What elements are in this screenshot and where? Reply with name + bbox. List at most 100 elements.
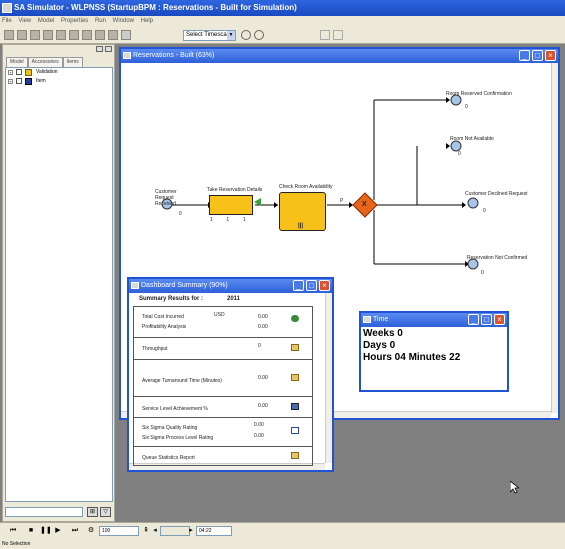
dashboard-row[interactable]: Six Sigma Quality Rating Six Sigma Proce… (134, 418, 312, 447)
panel-tabs: Model Accessories Items (6, 57, 83, 67)
timescale-select[interactable]: Select Timescale ▼ (183, 30, 236, 41)
tab-model[interactable]: Model (6, 57, 28, 67)
end4-count: 0 (481, 270, 484, 276)
tree-item-validation[interactable]: + Validation (6, 68, 112, 77)
print-icon[interactable] (43, 30, 53, 40)
end-event-declined[interactable] (467, 197, 479, 209)
time-window: Time _ □ × Weeks 0 Days 0 Hours 04 Minut… (359, 311, 509, 392)
fast-forward-icon[interactable]: ⏭ (70, 526, 80, 536)
maximize-icon[interactable]: □ (481, 314, 492, 325)
minimize-icon[interactable]: _ (519, 50, 530, 61)
service-icon (291, 403, 299, 410)
menu-file[interactable]: File (2, 18, 12, 24)
task1-marks: 111 (210, 217, 260, 223)
end2-count: 0 (458, 151, 461, 157)
search-input[interactable] (5, 507, 83, 517)
zoom-out-icon[interactable] (254, 30, 264, 40)
copy-icon[interactable] (69, 30, 79, 40)
weeks-value: Weeks 0 (363, 328, 403, 339)
panel-pin-icon[interactable] (96, 46, 103, 52)
status-text: No Selection (2, 541, 31, 547)
new-icon[interactable] (4, 30, 14, 40)
task-take-reservation[interactable] (209, 195, 253, 215)
app-titlebar: SA Simulator - WLPNSS (StartupBPM : Rese… (0, 0, 565, 16)
throughput-icon (291, 344, 299, 351)
menu-run[interactable]: Run (95, 18, 106, 24)
menu-bar: File View Model Properties Run Window He… (0, 16, 565, 27)
vertical-scrollbar[interactable] (325, 293, 332, 463)
visibility-checkbox[interactable] (16, 69, 22, 75)
open-icon[interactable] (17, 30, 27, 40)
stop-icon[interactable]: ■ (26, 526, 36, 536)
vertical-scrollbar[interactable] (551, 63, 558, 413)
zoom-in-icon[interactable] (241, 30, 251, 40)
rewind-icon[interactable]: ⏮ (8, 526, 18, 536)
undo-icon[interactable] (95, 30, 105, 40)
end3-count: 0 (483, 208, 486, 214)
settings-icon[interactable] (121, 30, 131, 40)
dashboard-row[interactable]: Queue Statistics Report (134, 447, 312, 466)
gear-icon[interactable]: ⚙ (86, 526, 96, 536)
summary-label: Summary Results for : (139, 296, 204, 302)
panel-close-icon[interactable] (105, 46, 112, 52)
minimize-icon[interactable]: _ (468, 314, 479, 325)
slider-right-icon[interactable]: ▸ (186, 526, 196, 536)
dashboard-row[interactable]: Throughput 0 (134, 338, 312, 360)
turnaround-icon (291, 374, 299, 381)
maximize-icon[interactable]: □ (306, 280, 317, 291)
tree-item-item[interactable]: + Item (6, 77, 112, 86)
dashboard-table: Total Cost Incurred Profitability Analys… (133, 306, 313, 466)
dashboard-window: Dashboard Summary (90%) _ □ × Summary Re… (127, 277, 334, 472)
slider-left-icon[interactable]: ◂ (150, 526, 160, 536)
close-icon[interactable]: × (494, 314, 505, 325)
tree-item-label: Item (36, 78, 46, 84)
play-icon[interactable]: ▶ (53, 526, 63, 536)
dashboard-titlebar: Dashboard Summary (90%) _ □ × (129, 279, 332, 293)
pause-icon[interactable]: ❚❚ (40, 526, 52, 536)
task2-label: Check Room Availability (279, 184, 333, 190)
end4-label: Reservation Not Confirmed (467, 255, 528, 261)
speed-input[interactable]: 100 (99, 526, 139, 536)
search-icon[interactable]: ⊞ (87, 507, 98, 517)
close-icon[interactable]: × (319, 280, 330, 291)
time-readout: Weeks 0 Days 0 Hours 04 Minutes 22 (363, 328, 460, 364)
window-icon (123, 52, 131, 59)
folder-icon (25, 69, 32, 76)
tab-accessories[interactable]: Accessories (27, 57, 63, 67)
minimize-icon[interactable]: _ (293, 280, 304, 291)
save-icon[interactable] (30, 30, 40, 40)
redo-icon[interactable] (108, 30, 118, 40)
dashboard-row[interactable]: Total Cost Incurred Profitability Analys… (134, 307, 312, 338)
dashboard-row[interactable]: Service Level Achievement % 0.00 (134, 397, 312, 418)
menu-help[interactable]: Help (141, 18, 153, 24)
expand-icon[interactable]: + (8, 70, 13, 75)
expand-icon[interactable]: + (8, 79, 13, 84)
dashboard-title: Dashboard Summary (90%) (141, 282, 228, 289)
close-icon[interactable]: × (545, 50, 556, 61)
menu-model[interactable]: Model (38, 18, 54, 24)
sigma-icon (291, 427, 299, 434)
menu-properties[interactable]: Properties (61, 18, 88, 24)
parallel-marker-icon: ||| (298, 223, 304, 229)
status-bar: No Selection (0, 539, 565, 549)
pointer-icon[interactable] (320, 30, 330, 40)
connectors (169, 99, 465, 265)
menu-view[interactable]: View (18, 18, 31, 24)
tab-items[interactable]: Items (62, 57, 83, 67)
maximize-icon[interactable]: □ (532, 50, 543, 61)
chevron-down-icon[interactable]: ▼ (227, 31, 235, 40)
visibility-checkbox[interactable] (16, 78, 22, 84)
task1-label: Take Reservation Details (207, 187, 263, 193)
filter-icon[interactable]: ▽ (100, 507, 111, 517)
paste-icon[interactable] (82, 30, 92, 40)
mouse-cursor-icon (510, 481, 519, 494)
simulation-controls: ⏮ ■ ❚❚ ▶ ⏭ ⚙ 100 ⇞ ◂ ▸ 04:22 (0, 522, 565, 539)
report-icon (291, 452, 299, 459)
start-event-label: Customer Request Received (155, 189, 177, 207)
cut-icon[interactable] (56, 30, 66, 40)
menu-window[interactable]: Window (113, 18, 134, 24)
task-check-availability[interactable]: ||| (279, 192, 326, 231)
dashboard-row[interactable]: Average Turnaround Time (Minutes) 0.00 (134, 360, 312, 397)
connector-icon[interactable] (333, 30, 343, 40)
gateway-mark: X (362, 201, 367, 208)
